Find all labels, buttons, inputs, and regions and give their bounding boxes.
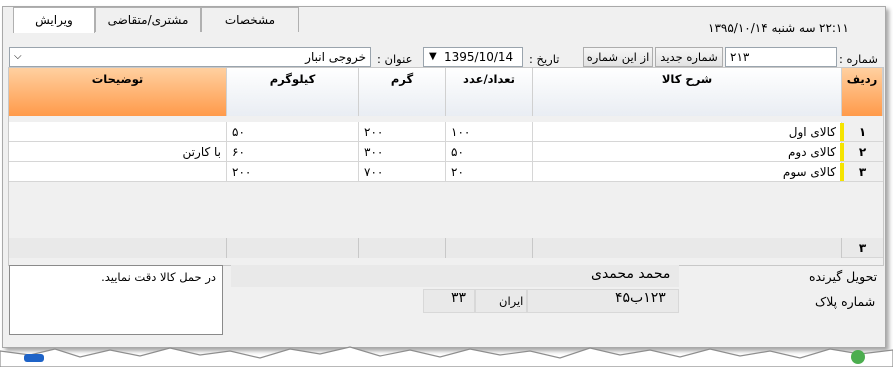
grid-footer-row: ۳	[9, 238, 883, 258]
tab-details[interactable]: مشخصات	[201, 7, 299, 32]
cell-kilogram[interactable]: ۶۰	[227, 142, 359, 162]
plate-code: ۳۳	[451, 290, 467, 306]
cell-gram[interactable]: ۷۰۰	[359, 162, 446, 182]
row-marker	[840, 163, 844, 181]
header-row-number[interactable]: ردیف	[842, 68, 883, 116]
cell-notes[interactable]	[9, 162, 227, 182]
row-number[interactable]: ۲	[842, 142, 883, 162]
tab-edit[interactable]: ویرایش	[13, 7, 95, 33]
cell-kilogram[interactable]: ۵۰	[227, 122, 359, 142]
chevron-down-icon[interactable]: ▼	[429, 48, 437, 66]
footer-description	[533, 238, 842, 258]
number-field[interactable]: ۲۱۳	[725, 47, 837, 67]
cell-description[interactable]: کالای سوم	[533, 162, 842, 182]
plate-country: ایران	[499, 294, 524, 308]
footer-count	[446, 238, 533, 258]
cell-count[interactable]: ۵۰	[446, 142, 533, 162]
cell-gram[interactable]: ۳۰۰	[359, 142, 446, 162]
plate-number: ۱۲۳ب۴۵	[615, 290, 666, 306]
cell-notes[interactable]	[9, 122, 227, 142]
cell-count[interactable]: ۱۰۰	[446, 122, 533, 142]
table-row[interactable]: کالای دوم ۵۰ ۳۰۰ ۶۰ با کارتن ۲	[9, 142, 883, 162]
title-select[interactable]: خروجی انبار ⌵	[9, 47, 371, 67]
new-number-button[interactable]: شماره جدید	[655, 47, 723, 67]
note-textarea[interactable]: در حمل کالا دقت نمایید.	[9, 265, 223, 335]
cell-description[interactable]: کالای دوم	[533, 142, 842, 162]
header-count[interactable]: تعداد/عدد	[446, 68, 533, 116]
footer-kilogram	[227, 238, 359, 258]
date-picker[interactable]: 1395/10/14 ▼	[423, 47, 523, 67]
torn-edge	[0, 346, 893, 367]
receiver-label: تحویل گیرنده	[809, 269, 878, 284]
green-icon	[851, 350, 865, 364]
note-text: در حمل کالا دقت نمایید.	[101, 270, 216, 284]
date-label: تاریخ :	[529, 52, 560, 66]
number-label: شماره :	[839, 52, 878, 66]
footer-notes	[9, 238, 227, 258]
row-number[interactable]: ۳	[842, 162, 883, 182]
row-marker	[840, 123, 844, 141]
footer-row-count: ۳	[842, 238, 883, 258]
receiver-name[interactable]: محمد محمدی	[591, 266, 670, 282]
tab-customer[interactable]: مشتری/متقاضی	[95, 7, 201, 32]
header-description[interactable]: شرح کالا	[533, 68, 842, 116]
footer-gram	[359, 238, 446, 258]
title-label: عنوان :	[377, 52, 413, 66]
cell-kilogram[interactable]: ۲۰۰	[227, 162, 359, 182]
chevron-down-icon[interactable]: ⌵	[14, 48, 22, 66]
row-number[interactable]: ۱	[842, 122, 883, 142]
date-value: 1395/10/14	[444, 50, 514, 64]
blue-icon	[24, 354, 44, 362]
row-marker	[840, 143, 844, 161]
items-grid: ردیف شرح کالا تعداد/عدد گرم کیلوگرم توضی…	[8, 67, 884, 266]
clock-text: ۲۲:۱۱	[819, 21, 849, 35]
header-notes[interactable]: توضیحات	[9, 68, 227, 116]
plate-code-box[interactable]	[423, 289, 475, 313]
date-text: سه شنبه ۱۳۹۵/۱۰/۱۴	[708, 21, 816, 35]
from-this-number-button[interactable]: از این شماره	[583, 47, 653, 67]
title-value: خروجی انبار	[305, 50, 366, 64]
header-kilogram[interactable]: کیلوگرم	[227, 68, 359, 116]
main-window: ویرایش مشتری/متقاضی مشخصات ۲۲:۱۱ سه شنبه…	[2, 6, 886, 348]
cell-notes[interactable]: با کارتن	[9, 142, 227, 162]
plate-label: شماره پلاک	[815, 294, 876, 309]
cell-gram[interactable]: ۲۰۰	[359, 122, 446, 142]
cell-description[interactable]: کالای اول	[533, 122, 842, 142]
table-row[interactable]: کالای اول ۱۰۰ ۲۰۰ ۵۰ ۱	[9, 122, 883, 142]
cell-count[interactable]: ۲۰	[446, 162, 533, 182]
header-gram[interactable]: گرم	[359, 68, 446, 116]
table-row[interactable]: کالای سوم ۲۰ ۷۰۰ ۲۰۰ ۳	[9, 162, 883, 182]
